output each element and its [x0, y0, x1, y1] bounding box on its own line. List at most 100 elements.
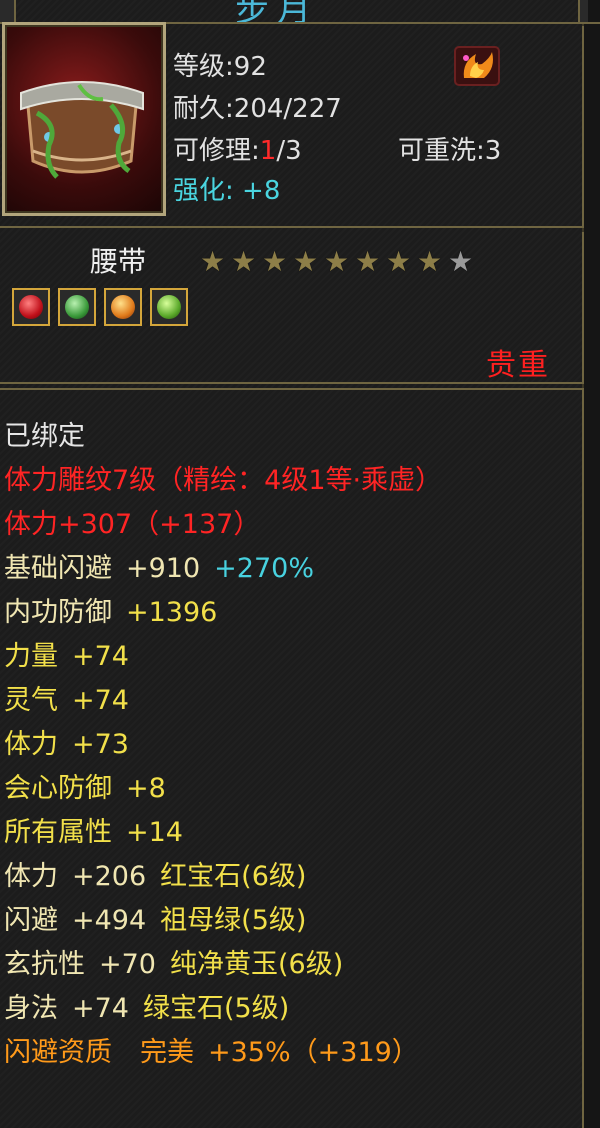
aptitude-pct: +35% — [208, 1037, 291, 1068]
belt-icon[interactable] — [2, 22, 166, 216]
gem-name: 纯净黄玉 — [169, 949, 278, 980]
gem-stat-line: 玄抗性 +70 纯净黄玉(6级) — [4, 943, 442, 987]
inner-def-line: 内功防御 +1396 — [4, 591, 442, 635]
spirit-line: 灵气 +74 — [4, 679, 442, 723]
topaz-gem-icon[interactable] — [104, 288, 142, 326]
jade-gem-icon[interactable] — [150, 288, 188, 326]
star-filled-icon: ★ — [262, 245, 288, 278]
crit-def-line: 会心防御 +8 — [4, 767, 442, 811]
crit-def-value: +8 — [126, 773, 166, 804]
quality-label: 贵重 — [486, 348, 550, 383]
jade-gem-core — [157, 295, 181, 319]
rewash-value: 3 — [484, 136, 502, 166]
attribute-list: 已绑定 体力雕纹7级（精绘：4级1等·乘虚） 体力+307（+137） 基础闪避… — [4, 415, 442, 1075]
tooltip-scroll-rail[interactable] — [582, 0, 600, 1128]
gem-level: (5级) — [223, 993, 290, 1024]
stamina-line: 体力 +73 — [4, 723, 442, 767]
star-empty-icon: ★ — [448, 245, 474, 278]
star-filled-icon: ★ — [231, 245, 257, 278]
star-filled-icon: ★ — [355, 245, 381, 278]
all-attr-line: 所有属性 +14 — [4, 811, 442, 855]
title-strip-right-cap — [578, 0, 588, 22]
repair-separator: : — [251, 136, 260, 166]
dodge-base-value: +910 — [126, 553, 201, 584]
gem-level: (6级) — [277, 949, 344, 980]
gem-stat-line: 体力 +206 红宝石(6级) — [4, 855, 442, 899]
star-filled-icon: ★ — [417, 245, 443, 278]
crit-def-label: 会心防御 — [4, 773, 112, 804]
durability-separator: : — [225, 94, 234, 124]
gem-stat-line: 闪避 +494 祖母绿(5级) — [4, 899, 442, 943]
inner-def-value: +1396 — [126, 597, 218, 628]
rewash-row: 可重洗:3 — [398, 130, 501, 167]
durability-row: 耐久:204/227 — [173, 88, 342, 125]
level-row: 等级:92 — [173, 46, 267, 83]
gem-stat-value: +70 — [99, 949, 156, 980]
repair-label: 可修理 — [173, 136, 252, 166]
stamina-main-line: 体力+307（+137） — [4, 503, 442, 547]
star-filled-icon: ★ — [293, 245, 319, 278]
bound-status: 已绑定 — [4, 421, 85, 452]
enhance-row: 强化: +8 — [173, 170, 280, 207]
topaz-gem-core — [111, 295, 135, 319]
gem-stat-label: 玄抗性 — [4, 949, 85, 980]
socket-gem-row — [12, 288, 188, 326]
gem-stat-label: 闪避 — [4, 905, 58, 936]
gem-name: 祖母绿 — [160, 905, 242, 936]
gem-level: (5级) — [241, 905, 307, 936]
spirit-label: 灵气 — [4, 685, 58, 716]
aptitude-bonus: （+319） — [290, 1037, 419, 1068]
rewash-separator: : — [476, 136, 485, 166]
gem-stat-label: 体力 — [4, 861, 58, 892]
engrave-line: 体力雕纹7级（精绘：4级1等·乘虚） — [4, 465, 443, 496]
durability-value: 204/227 — [233, 94, 342, 124]
level-value: 92 — [233, 52, 267, 82]
strength-value: +74 — [72, 641, 129, 672]
star-rating: ★ ★ ★ ★ ★ ★ ★ ★ ★ — [200, 248, 476, 276]
strength-label: 力量 — [4, 641, 58, 672]
gem-stat-value: +74 — [72, 993, 129, 1024]
inner-def-label: 内功防御 — [4, 597, 112, 628]
gem-stat-value: +206 — [72, 861, 147, 892]
gem-level: (6级) — [241, 861, 307, 892]
tooltip-title-strip: 步月 — [0, 0, 600, 24]
repair-used: 1 — [259, 136, 277, 166]
gem-stat-label: 身法 — [4, 993, 58, 1024]
emerald-gem-core — [65, 295, 89, 319]
level-label: 等级 — [173, 52, 226, 82]
stamina-main: 体力+307 — [4, 509, 133, 540]
star-filled-icon: ★ — [324, 245, 350, 278]
star-filled-icon: ★ — [200, 245, 226, 278]
ruby-gem-core — [19, 295, 43, 319]
gem-name: 绿宝石 — [142, 993, 224, 1024]
stamina-label: 体力 — [4, 729, 58, 760]
stamina-main-bonus: （+137） — [132, 509, 261, 540]
aptitude-grade: 完美 — [140, 1037, 194, 1068]
flame-wing-icon[interactable] — [454, 46, 500, 86]
repair-total: /3 — [276, 136, 302, 166]
belt-illustration — [20, 81, 144, 179]
emerald-gem-icon[interactable] — [58, 288, 96, 326]
enhance-label: 强化: — [173, 176, 234, 206]
enhance-value: +8 — [242, 176, 281, 206]
stamina-value: +73 — [72, 729, 129, 760]
repair-row: 可修理:1/3 — [173, 130, 302, 167]
ruby-gem-icon[interactable] — [12, 288, 50, 326]
aptitude-line: 闪避资质 完美 +35%（+319） — [4, 1031, 442, 1075]
durability-label: 耐久 — [173, 94, 226, 124]
title-strip-left-cap — [0, 0, 16, 22]
gem-stat-value: +494 — [72, 905, 147, 936]
gem-stat-line: 身法 +74 绿宝石(5级) — [4, 987, 442, 1031]
star-filled-icon: ★ — [386, 245, 412, 278]
dodge-base-label: 基础闪避 — [4, 553, 112, 584]
strength-line: 力量 +74 — [4, 635, 442, 679]
aptitude-label: 闪避资质 — [4, 1037, 112, 1068]
dodge-base-line: 基础闪避 +910 +270% — [4, 547, 442, 591]
rewash-label: 可重洗 — [398, 136, 477, 166]
gem-name: 红宝石 — [160, 861, 242, 892]
item-title: 步月 — [235, 0, 319, 24]
level-separator: : — [225, 52, 234, 82]
all-attr-label: 所有属性 — [4, 817, 112, 848]
spirit-value: +74 — [72, 685, 129, 716]
item-name: 腰带 — [90, 245, 147, 278]
